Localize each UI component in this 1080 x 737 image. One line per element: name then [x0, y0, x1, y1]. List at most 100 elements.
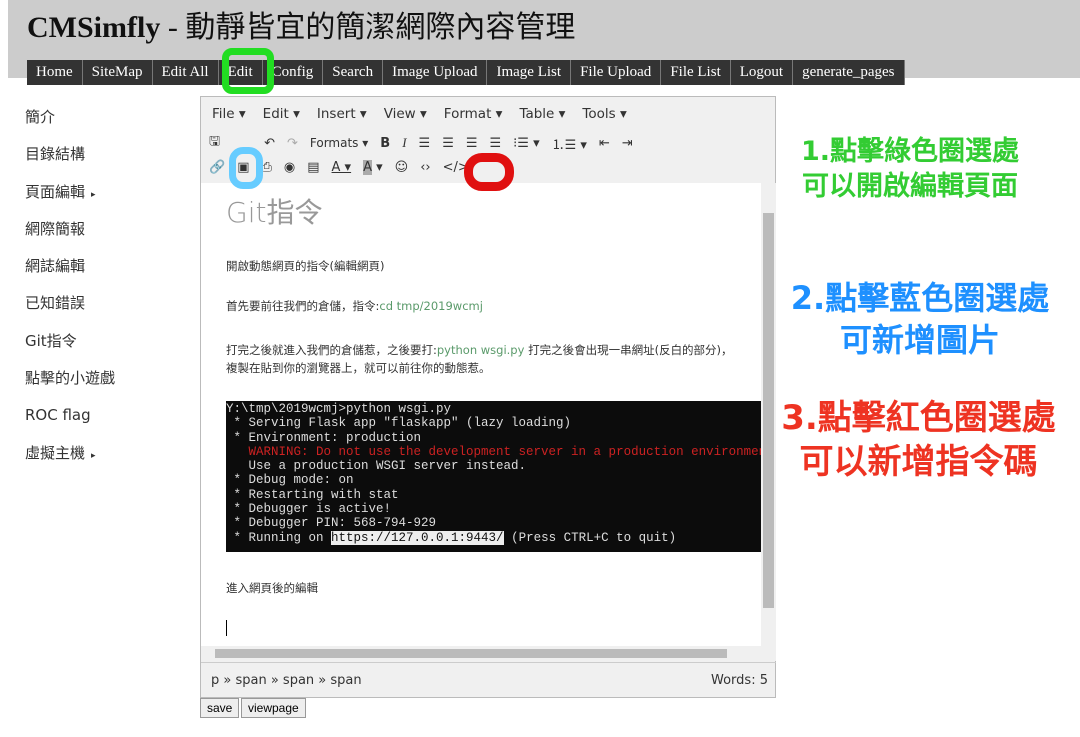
outdent-icon[interactable]: ⇤ [599, 136, 610, 151]
nav-generate-pages[interactable]: generate_pages [793, 60, 905, 85]
sidebar: 簡介 目錄結構 頁面編輯 ▸ 網際簡報 網誌編輯 已知錯誤 Git指令 點擊的小遊… [25, 106, 115, 479]
title-text: - 動靜皆宜的簡潔網際內容管理 [160, 11, 576, 44]
sidebar-label: 點擊的小遊戲 [25, 369, 116, 388]
content-paragraph: 進入網頁後的編輯 [226, 581, 318, 595]
editor-content[interactable]: Git指令 開啟動態網頁的指令(編輯網頁) 首先要前往我們的倉儲，指令:cd t… [201, 183, 761, 646]
text-cursor [226, 620, 227, 636]
annotation-green: 1.點擊綠色圈選處可以開啟編輯頁面 [800, 136, 1020, 203]
sidebar-label: 簡介 [25, 108, 56, 126]
menu-format[interactable]: Format ▾ [444, 106, 503, 122]
horizontal-scrollbar[interactable] [201, 646, 776, 661]
terminal-line: Y:\tmp\2019wcmj>python wsgi.py [226, 402, 452, 416]
annotation-red: 3.點擊紅色圈選處可以新增指令碼 [781, 398, 1056, 483]
nav-edit-all[interactable]: Edit All [153, 60, 219, 85]
menu-file[interactable]: File ▾ [212, 106, 246, 122]
sidebar-item[interactable]: 網際簡報 [25, 218, 115, 255]
italic-icon[interactable]: I [402, 135, 406, 151]
blue-highlight-circle [229, 147, 263, 189]
sidebar-item[interactable]: 已知錯誤 [25, 292, 115, 329]
caret-right-icon: ▸ [91, 189, 96, 200]
nav-image-upload[interactable]: Image Upload [383, 60, 488, 85]
undo-icon[interactable]: ↶ [264, 136, 275, 151]
terminal-line: Use a production WSGI server instead. [226, 459, 527, 474]
code-text: python wsgi.py [436, 343, 525, 357]
code-text: cd tmp/2019wcmj [379, 299, 483, 313]
preview-icon[interactable]: ◉ [284, 160, 295, 175]
save-button[interactable]: save [200, 698, 240, 718]
terminal-line: * Debugger is active! [226, 502, 392, 517]
caret-right-icon: ▸ [91, 450, 96, 461]
print-icon[interactable]: ⎙ [261, 160, 271, 175]
nav-file-upload[interactable]: File Upload [571, 60, 662, 85]
menu-tools[interactable]: Tools ▾ [582, 106, 626, 122]
align-center-icon[interactable]: ☰ [442, 136, 454, 151]
element-path[interactable]: p » span » span » span [211, 673, 362, 688]
sidebar-item[interactable]: 虛擬主機 ▸ [25, 442, 115, 479]
align-right-icon[interactable]: ☰ [466, 136, 478, 151]
sidebar-label: Git指令 [25, 331, 77, 350]
nav-logout[interactable]: Logout [731, 60, 794, 85]
sidebar-label: 網際簡報 [25, 219, 86, 238]
brand: CMSimfly [27, 11, 161, 44]
nav-home[interactable]: Home [27, 60, 83, 85]
content-paragraph: 開啟動態網頁的指令(編輯網頁) [226, 259, 385, 273]
terminal-line: * Running on https://127.0.0.1:9443/ (Pr… [226, 530, 761, 545]
indent-icon[interactable]: ⇥ [622, 136, 633, 151]
sidebar-item[interactable]: Git指令 [25, 330, 115, 367]
viewpage-button[interactable]: viewpage [241, 698, 306, 718]
nav-search[interactable]: Search [323, 60, 384, 85]
sidebar-item[interactable]: 目錄結構 [25, 143, 115, 180]
nav-sitemap[interactable]: SiteMap [83, 60, 153, 85]
redo-icon[interactable]: ↷ [287, 136, 298, 151]
bullet-list-icon[interactable]: ⁝☰ ▾ [513, 136, 539, 151]
menu-edit[interactable]: Edit ▾ [263, 106, 300, 122]
sidebar-label: 已知錯誤 [25, 294, 86, 313]
text: (Press CTRL+C to quit) [503, 530, 677, 545]
background-color-icon[interactable]: A ▾ [363, 159, 383, 175]
formats-dropdown[interactable]: Formats ▾ [310, 136, 368, 150]
red-highlight-circle [464, 153, 514, 191]
menu-table[interactable]: Table ▾ [519, 106, 565, 122]
menu-insert[interactable]: Insert ▾ [317, 106, 367, 122]
code-sample-icon[interactable]: ‹› [420, 160, 430, 175]
sidebar-item[interactable]: 頁面編輯 ▸ [25, 181, 115, 218]
content-paragraph: 首先要前往我們的倉儲，指令:cd tmp/2019wcmj [226, 297, 736, 315]
scrollbar-thumb[interactable] [215, 649, 727, 658]
nav-file-list[interactable]: File List [661, 60, 731, 85]
editor-statusbar: p » span » span » span Words: 5 [201, 662, 776, 698]
terminal-line: * Debug mode: on [226, 473, 354, 488]
toolbar-row-1: 🖫 ↶ ↷ Formats ▾ B I ☰ ☰ ☰ ☰ ⁝☰ ▾ ⒈☰ ▾ ⇤ … [201, 131, 775, 155]
justify-icon[interactable]: ☰ [490, 136, 502, 151]
sidebar-label: 虛擬主機 [25, 443, 86, 462]
align-left-icon[interactable]: ☰ [419, 136, 431, 151]
link-icon[interactable]: 🔗 [209, 160, 225, 175]
nav-image-list[interactable]: Image List [487, 60, 572, 85]
sidebar-item[interactable]: 點擊的小遊戲 [25, 367, 115, 404]
bold-icon[interactable]: B [380, 136, 390, 151]
word-count: Words: 5 [711, 673, 768, 688]
sidebar-item[interactable]: 網誌編輯 [25, 255, 115, 292]
content-paragraph: 打完之後就進入我們的倉儲惹，之後要打:python wsgi.py 打完之後會出… [226, 341, 736, 377]
sidebar-label: 目錄結構 [25, 145, 86, 164]
page-title: CMSimfly - 動靜皆宜的簡潔網際內容管理 [27, 2, 575, 46]
numbered-list-icon[interactable]: ⒈☰ ▾ [552, 134, 587, 153]
text: 首先要前往我們的倉儲，指令: [226, 299, 380, 313]
content-heading: Git指令 [226, 196, 323, 229]
terminal-line: * Serving Flask app "flaskapp" (lazy loa… [226, 416, 572, 431]
terminal-line: * Debugger PIN: 568-794-929 [226, 516, 437, 531]
text: * Running on [226, 530, 332, 545]
top-nav: Home SiteMap Edit All Edit Config Search… [27, 60, 905, 85]
sidebar-label: ROC flag [25, 406, 91, 425]
terminal-line: * Environment: production [226, 430, 422, 445]
save-icon[interactable]: 🖫 [209, 132, 220, 154]
sidebar-item[interactable]: 簡介 [25, 106, 115, 143]
emoji-icon[interactable]: ☺ [395, 160, 409, 175]
menu-view[interactable]: View ▾ [384, 106, 427, 122]
sidebar-label: 網誌編輯 [25, 257, 86, 276]
editor-menubar: File ▾ Edit ▾ Insert ▾ View ▾ Format ▾ T… [201, 97, 775, 131]
bg-color-glyph: A [363, 159, 372, 175]
sidebar-item[interactable]: ROC flag [25, 404, 115, 441]
sidebar-label: 頁面編輯 [25, 182, 86, 201]
media-icon[interactable]: ▤ [307, 160, 319, 175]
text-color-icon[interactable]: A ▾ [332, 160, 352, 175]
